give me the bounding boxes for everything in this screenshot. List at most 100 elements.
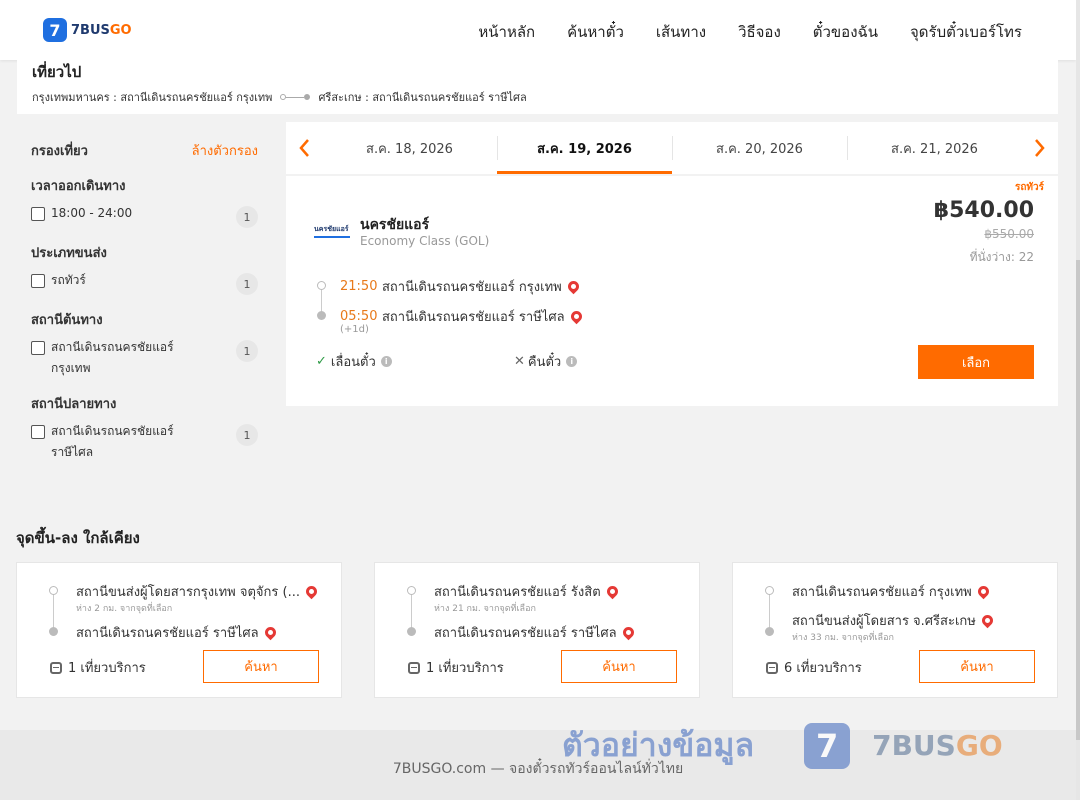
map-pin-icon[interactable]	[303, 583, 320, 600]
filter-group-destination-station: สถานีปลายทาง	[31, 397, 117, 412]
checkbox[interactable]	[31, 425, 45, 439]
nearby-destination-name: สถานีขนส่งผู้โดยสาร จ.ศรีสะเกษ	[792, 614, 976, 629]
trip-count: 6 เที่ยวบริการ	[766, 657, 862, 678]
date-tab-active[interactable]: ส.ค. 19, 2026	[497, 122, 672, 174]
route-line: กรุงเทพมหานคร : สถานีเดินรถนครชัยแอร์ กร…	[32, 88, 1043, 106]
filter-panel: กรองเที่ยว ล้างตัวกรอง เวลาออกเดินทาง 18…	[17, 122, 272, 482]
nearby-origin-distance: ห่าง 2 กม. จากจุดที่เลือก	[76, 604, 173, 614]
next-date-chevron-right-icon[interactable]	[1022, 122, 1058, 174]
destination-dot-icon	[49, 627, 58, 636]
nearby-origin-distance: ห่าง 21 กม. จากจุดที่เลือก	[434, 604, 536, 614]
map-pin-icon[interactable]	[565, 278, 581, 295]
trip-card: รถทัวร์ นครชัยแอร์ นครชัยแอร์ Economy Cl…	[286, 176, 1058, 406]
timeline-connector	[321, 289, 322, 313]
info-icon[interactable]: i	[380, 356, 392, 367]
filter-option-count: 1	[236, 424, 258, 446]
nav-home[interactable]: หน้าหลัก	[478, 20, 535, 44]
nearby-search-button[interactable]: ค้นหา	[561, 650, 677, 683]
operator-logo: นครชัยแอร์	[314, 224, 350, 238]
filter-option[interactable]: รถทัวร์ 1	[31, 273, 258, 295]
nav-ticket-pickup[interactable]: จุดรับตั๋วเบอร์โทร	[910, 20, 1022, 44]
filter-option-count: 1	[236, 273, 258, 295]
destination-dot-icon	[765, 627, 774, 636]
watermark-logo-icon: 7	[804, 722, 851, 769]
prev-date-chevron-left-icon[interactable]	[286, 122, 322, 174]
watermark-logo-text: 7BUSGO	[872, 729, 1003, 762]
map-pin-icon[interactable]	[604, 583, 620, 600]
nearby-destination: สถานีเดินรถนครชัยแอร์ ราษีไศล	[76, 622, 278, 643]
logo-text: 7BUSGO	[71, 23, 132, 38]
nearby-origin: สถานีเดินรถนครชัยแอร์ รังสิต	[434, 581, 620, 602]
departure-time: 21:50	[340, 279, 378, 294]
nearby-destination-name: สถานีเดินรถนครชัยแอร์ ราษีไศล	[434, 626, 617, 641]
next-day-indicator: (+1d)	[340, 324, 369, 335]
nearby-destination-name: สถานีเดินรถนครชัยแอร์ ราษีไศล	[76, 626, 259, 641]
main-nav: หน้าหลัก ค้นหาตั๋ว เส้นทาง วิธีจอง ตั๋วข…	[478, 20, 1022, 44]
nearby-destination-distance: ห่าง 33 กม. จากจุดที่เลือก	[792, 633, 894, 643]
date-selector: ส.ค. 18, 2026 ส.ค. 19, 2026 ส.ค. 20, 202…	[286, 122, 1058, 174]
card-timeline	[411, 593, 412, 629]
select-trip-button[interactable]: เลือก	[918, 345, 1034, 379]
origin-dot-icon	[765, 586, 774, 595]
nearby-origin: สถานีขนส่งผู้โดยสารกรุงเทพ จตุจักร (...	[76, 581, 320, 602]
trip-count-label: 1 เที่ยวบริการ	[68, 661, 146, 676]
map-pin-icon[interactable]	[979, 612, 996, 629]
filter-option-count: 1	[236, 206, 258, 228]
nav-how-to-book[interactable]: วิธีจอง	[738, 20, 781, 44]
origin-dot-icon	[49, 586, 58, 595]
nearby-search-button[interactable]: ค้นหา	[919, 650, 1035, 683]
date-tab[interactable]: ส.ค. 21, 2026	[847, 122, 1022, 174]
filter-option[interactable]: สถานีเดินรถนครชัยแอร์ ราษีไศล 1	[31, 424, 258, 463]
nearby-search-button[interactable]: ค้นหา	[203, 650, 319, 683]
brand-logo[interactable]: 7 7BUSGO	[43, 18, 132, 42]
clear-filter-link[interactable]: ล้างตัวกรอง	[192, 140, 258, 161]
reschedule-policy: ✓ เลื่อนตั๋ว i	[316, 351, 392, 372]
check-icon: ✓	[316, 354, 327, 369]
nav-routes[interactable]: เส้นทาง	[656, 20, 706, 44]
card-timeline	[769, 593, 770, 629]
filter-option-label: สถานีเดินรถนครชัยแอร์ ราษีไศล	[51, 424, 174, 459]
date-tab[interactable]: ส.ค. 18, 2026	[322, 122, 497, 174]
logo-badge-icon: 7	[43, 18, 67, 42]
trip-price: ฿540.00	[933, 198, 1034, 223]
route-destination: ศรีสะเกษ : สถานีเดินรถนครชัยแอร์ ราษีไศล	[318, 91, 527, 104]
filter-option[interactable]: 18:00 - 24:00 1	[31, 206, 258, 228]
nav-search-ticket[interactable]: ค้นหาตั๋ว	[567, 20, 624, 44]
checkbox[interactable]	[31, 274, 45, 288]
map-pin-icon[interactable]	[262, 624, 278, 641]
page-scrollbar[interactable]	[1076, 0, 1080, 800]
info-icon[interactable]: i	[566, 356, 578, 367]
nearby-origin-name: สถานีเดินรถนครชัยแอร์ กรุงเทพ	[792, 585, 972, 600]
scrollbar-thumb[interactable]	[1076, 260, 1080, 740]
map-pin-icon[interactable]	[568, 308, 584, 325]
filter-group-departure-time: เวลาออกเดินทาง	[31, 179, 126, 194]
nearby-destination: สถานีขนส่งผู้โดยสาร จ.ศรีสะเกษ	[792, 610, 996, 631]
watermark-text: ตัวอย่างข้อมูล	[562, 726, 755, 764]
seats-available: ที่นั่งว่าง: 22	[969, 250, 1034, 264]
departure-dot-icon	[317, 281, 326, 290]
filter-option-label: สถานีเดินรถนครชัยแอร์ กรุงเทพ	[51, 340, 174, 375]
map-pin-icon[interactable]	[620, 624, 636, 641]
original-price: ฿550.00	[984, 227, 1034, 241]
refund-label: คืนตั๋ว	[527, 355, 562, 370]
refund-policy: ✕ คืนตั๋ว i	[514, 351, 578, 372]
operator-name: นครชัยแอร์	[360, 217, 430, 233]
filter-group-transport-type: ประเภทขนส่ง	[31, 246, 107, 261]
map-pin-icon[interactable]	[975, 583, 991, 600]
filter-option-label: รถทัวร์	[51, 273, 86, 287]
route-origin: กรุงเทพมหานคร : สถานีเดินรถนครชัยแอร์ กร…	[32, 91, 273, 104]
sample-watermark: ตัวอย่างข้อมูล 7 7BUSGO	[562, 720, 1003, 771]
filter-option[interactable]: สถานีเดินรถนครชัยแอร์ กรุงเทพ 1	[31, 340, 258, 379]
nav-my-tickets[interactable]: ตั๋วของฉัน	[813, 20, 878, 44]
filter-option-label: 18:00 - 24:00	[51, 206, 133, 220]
nearby-origin: สถานีเดินรถนครชัยแอร์ กรุงเทพ	[792, 581, 991, 602]
nearby-card: สถานีขนส่งผู้โดยสารกรุงเทพ จตุจักร (... …	[16, 562, 342, 698]
checkbox[interactable]	[31, 207, 45, 221]
date-tab[interactable]: ส.ค. 20, 2026	[672, 122, 847, 174]
trip-count: 1 เที่ยวบริการ	[50, 657, 146, 678]
checkbox[interactable]	[31, 341, 45, 355]
filter-header: กรองเที่ยว ล้างตัวกรอง	[31, 140, 258, 161]
card-timeline	[53, 593, 54, 629]
trip-count-label: 1 เที่ยวบริการ	[426, 661, 504, 676]
arrival-dot-icon	[317, 311, 326, 320]
